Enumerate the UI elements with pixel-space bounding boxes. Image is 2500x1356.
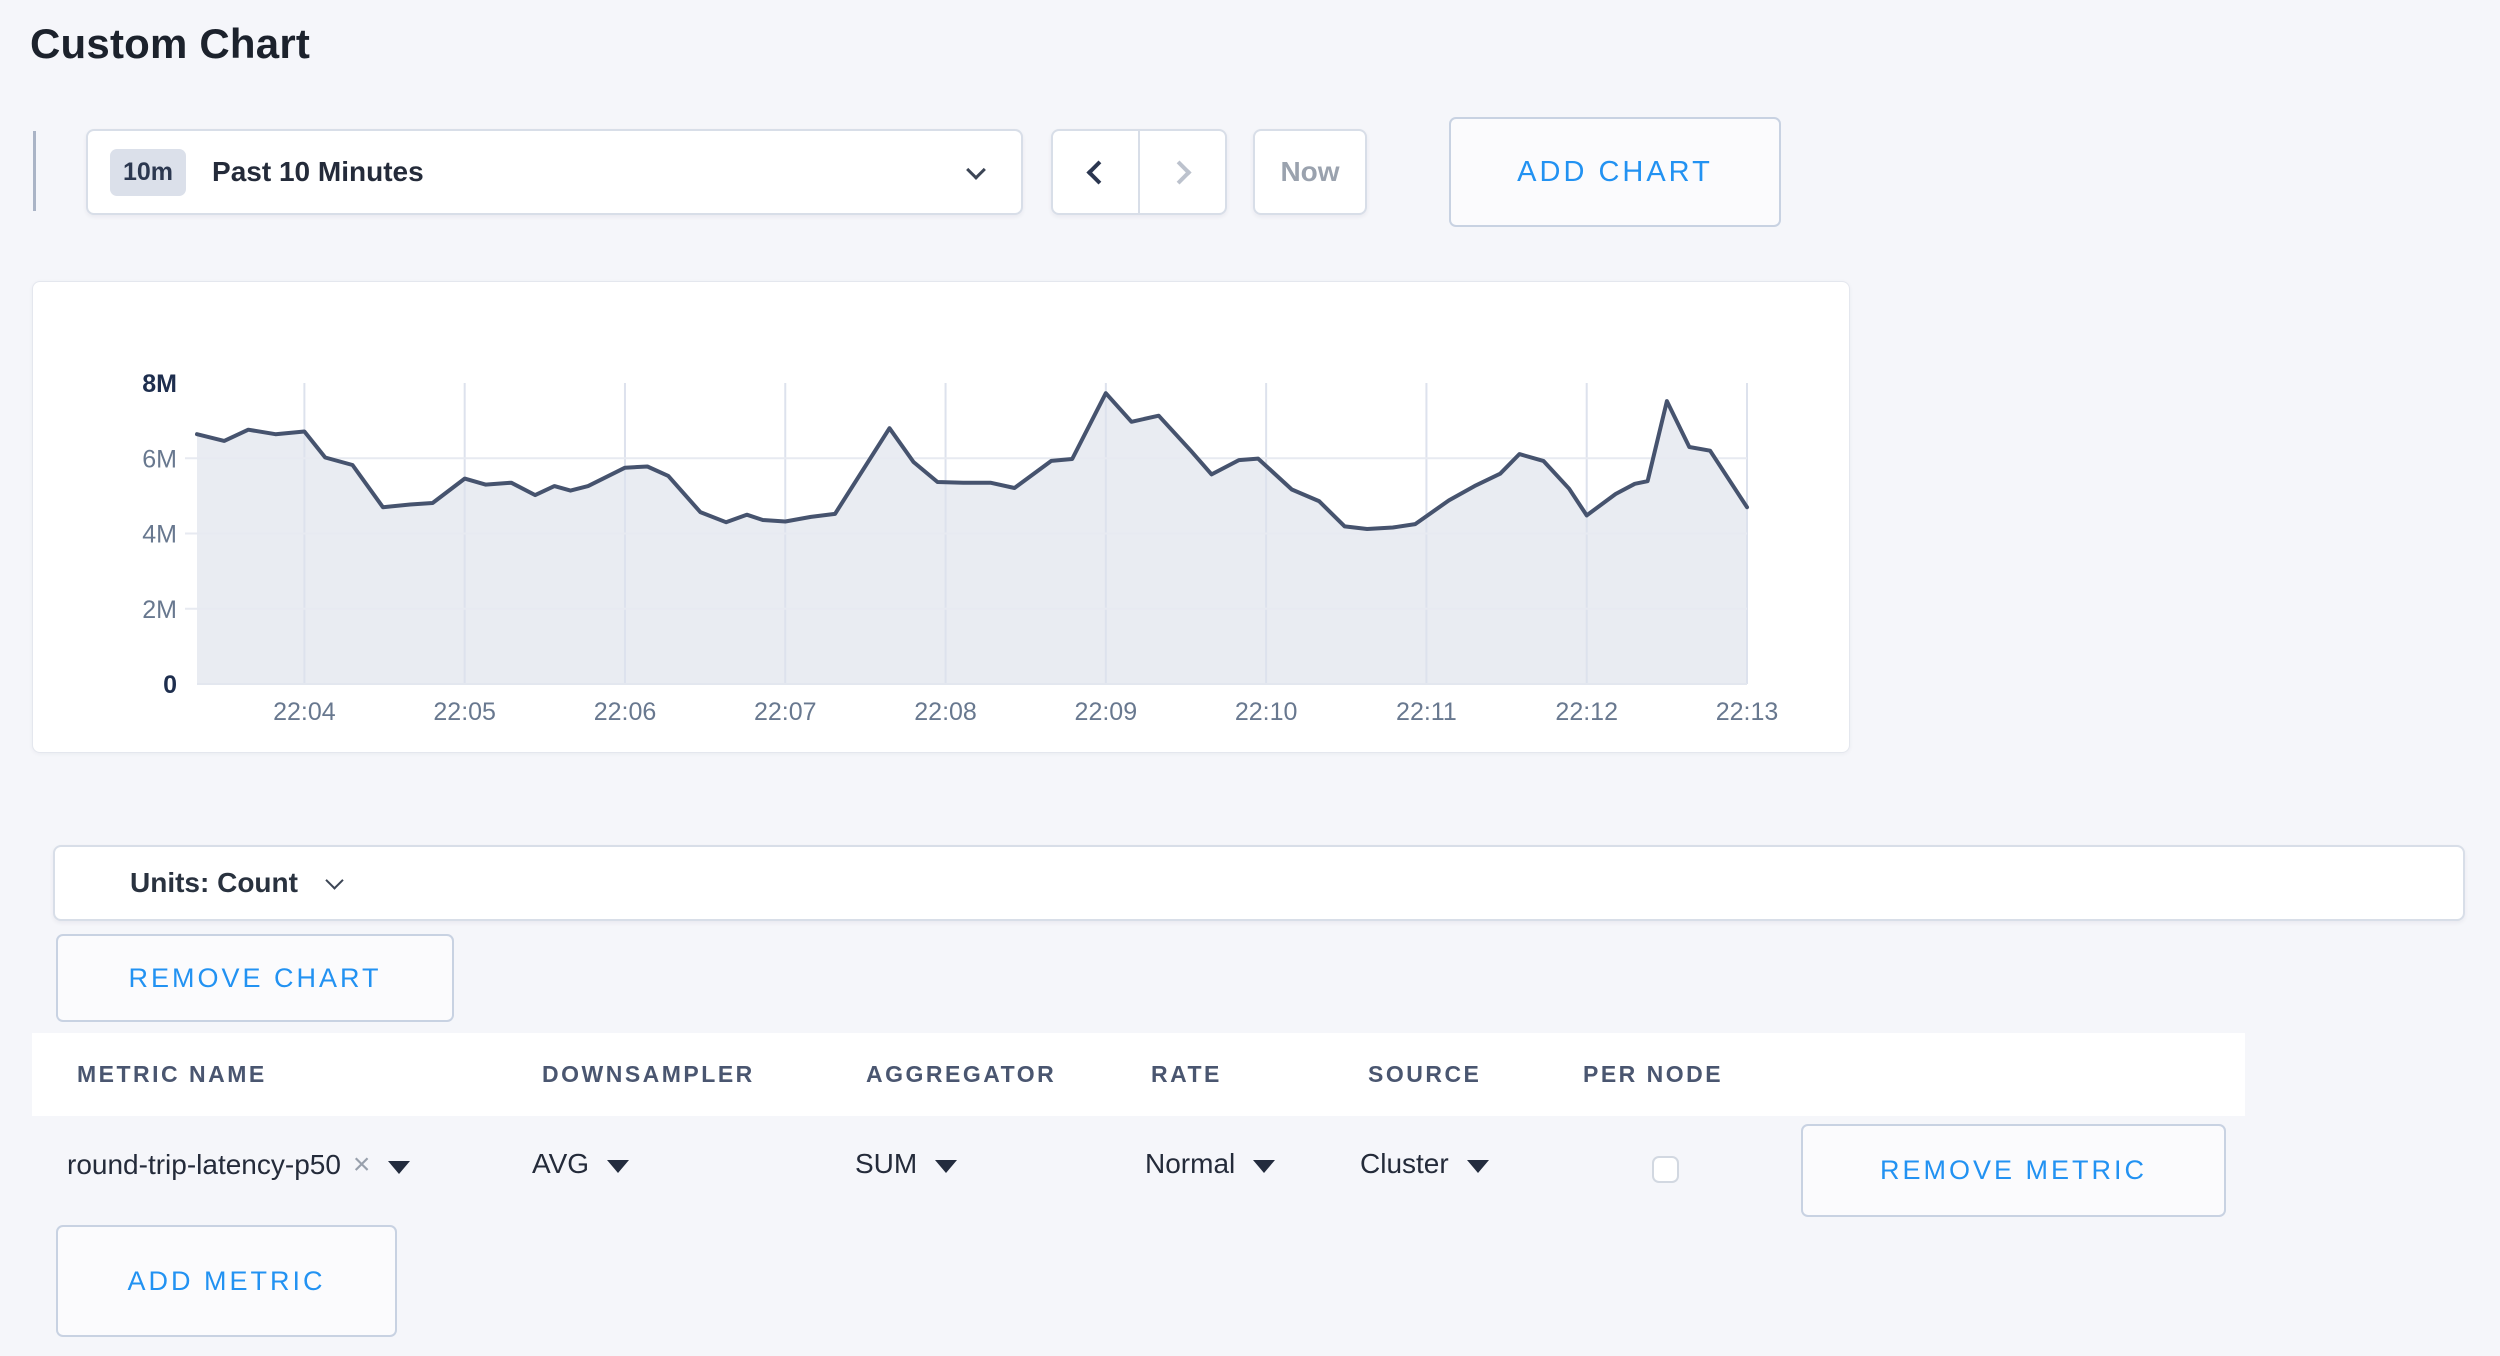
- source-value: Cluster: [1360, 1148, 1449, 1180]
- prev-time-button[interactable]: [1053, 131, 1138, 213]
- chevron-left-icon: [1086, 160, 1110, 184]
- rate-value: Normal: [1145, 1148, 1235, 1180]
- time-pager: [1051, 129, 1227, 215]
- units-select[interactable]: Units: Count: [53, 845, 2465, 921]
- svg-text:22:06: 22:06: [594, 698, 657, 726]
- column-header-source: SOURCE: [1368, 1061, 1481, 1088]
- svg-text:2M: 2M: [142, 596, 177, 624]
- svg-text:22:11: 22:11: [1396, 698, 1457, 726]
- caret-down-icon: [607, 1160, 629, 1173]
- svg-text:22:13: 22:13: [1716, 698, 1779, 726]
- svg-text:4M: 4M: [142, 521, 177, 549]
- svg-text:8M: 8M: [142, 370, 177, 398]
- rate-select[interactable]: Normal: [1145, 1148, 1275, 1180]
- add-metric-button[interactable]: ADD METRIC: [56, 1225, 397, 1337]
- column-header-downsampler: DOWNSAMPLER: [542, 1061, 755, 1088]
- toolbar-accent-divider: [33, 131, 36, 211]
- metric-name-value: round-trip-latency-p50: [67, 1149, 341, 1181]
- time-window-badge: 10m: [110, 149, 186, 196]
- metrics-table-header: METRIC NAME DOWNSAMPLER AGGREGATOR RATE …: [32, 1033, 2245, 1116]
- time-window-select[interactable]: 10m Past 10 Minutes: [86, 129, 1023, 215]
- column-header-per-node: PER NODE: [1583, 1061, 1723, 1088]
- svg-text:22:10: 22:10: [1235, 698, 1298, 726]
- add-chart-button[interactable]: ADD CHART: [1449, 117, 1781, 227]
- svg-text:22:04: 22:04: [273, 698, 336, 726]
- remove-metric-button[interactable]: REMOVE METRIC: [1801, 1124, 2226, 1217]
- chevron-down-icon: [325, 871, 343, 889]
- chart-card: 8M 6M 4M 2M 0 22:04 22:05 22:06 22:07 22:08 22:09 2…: [32, 281, 1850, 753]
- time-window-label: Past 10 Minutes: [212, 156, 424, 188]
- aggregator-select[interactable]: SUM: [855, 1148, 957, 1180]
- column-header-aggregator: AGGREGATOR: [866, 1061, 1056, 1088]
- caret-down-icon: [1253, 1160, 1275, 1173]
- svg-text:6M: 6M: [142, 445, 177, 473]
- page-title: Custom Chart: [30, 20, 310, 68]
- chevron-right-icon: [1167, 160, 1191, 184]
- source-select[interactable]: Cluster: [1360, 1148, 1489, 1180]
- chevron-down-icon: [966, 160, 986, 180]
- clear-metric-icon[interactable]: ×: [353, 1148, 371, 1182]
- aggregator-value: SUM: [855, 1148, 917, 1180]
- per-node-checkbox[interactable]: [1652, 1156, 1679, 1183]
- column-header-metric-name: METRIC NAME: [77, 1061, 267, 1088]
- svg-text:22:09: 22:09: [1075, 698, 1138, 726]
- svg-text:22:05: 22:05: [433, 698, 496, 726]
- downsampler-select[interactable]: AVG: [532, 1148, 629, 1180]
- svg-text:0: 0: [163, 671, 177, 699]
- column-header-rate: RATE: [1151, 1061, 1222, 1088]
- svg-text:22:07: 22:07: [754, 698, 817, 726]
- units-label: Units: Count: [130, 867, 298, 899]
- svg-text:22:12: 22:12: [1555, 698, 1618, 726]
- now-button[interactable]: Now: [1253, 129, 1367, 215]
- next-time-button[interactable]: [1140, 131, 1225, 213]
- caret-down-icon: [1467, 1160, 1489, 1173]
- caret-down-icon: [935, 1160, 957, 1173]
- metric-name-select[interactable]: round-trip-latency-p50 ×: [67, 1148, 410, 1182]
- caret-down-icon: [388, 1161, 410, 1174]
- svg-text:22:08: 22:08: [914, 698, 977, 726]
- latency-chart[interactable]: 8M 6M 4M 2M 0 22:04 22:05 22:06 22:07 22:08 22:09 2…: [33, 282, 1851, 754]
- downsampler-value: AVG: [532, 1148, 589, 1180]
- remove-chart-button[interactable]: REMOVE CHART: [56, 934, 454, 1022]
